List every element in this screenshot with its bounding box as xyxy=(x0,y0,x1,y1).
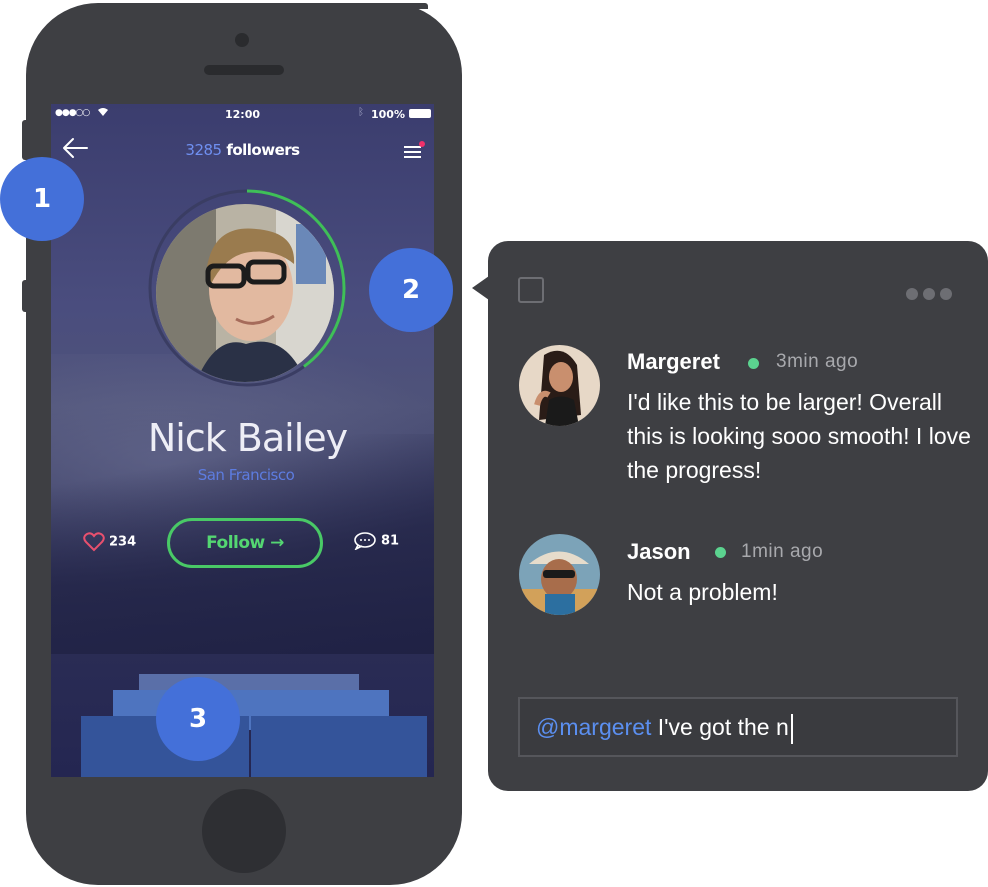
phone-frame: ●●●○○ 12:00 ᛒ 100% 3285 followers Nick B… xyxy=(26,3,462,885)
comments-count-value: 81 xyxy=(381,533,400,549)
heart-icon xyxy=(83,532,105,552)
profile-avatar[interactable] xyxy=(156,204,334,382)
follow-button[interactable]: Follow → xyxy=(167,518,323,568)
comment-author[interactable]: Jason xyxy=(627,539,691,565)
comment-text: I'd like this to be larger! Overall this… xyxy=(627,389,971,483)
comment-author[interactable]: Margeret xyxy=(627,349,720,375)
battery-percent: 100% xyxy=(371,108,405,121)
likes-count: 234 xyxy=(109,534,137,550)
photo-card-right[interactable] xyxy=(251,716,427,777)
more-options-icon[interactable] xyxy=(906,285,960,300)
resolve-checkbox[interactable] xyxy=(518,277,544,303)
volume-up-button xyxy=(22,120,28,160)
step-badge-1: 1 xyxy=(0,157,84,241)
avatar[interactable] xyxy=(519,345,600,426)
profile-name: Nick Bailey xyxy=(147,416,348,460)
bluetooth-icon: ᛒ xyxy=(358,107,364,118)
panel-pointer xyxy=(472,276,489,300)
text-caret xyxy=(790,713,793,744)
reply-input[interactable]: @margeret I've got the n xyxy=(518,697,958,757)
followers-title: 3285 followers xyxy=(51,141,434,159)
step-badge-3: 3 xyxy=(156,677,240,761)
comment-time: 3min ago xyxy=(776,351,859,372)
likes-stat[interactable]: 234 xyxy=(83,532,136,552)
comment-time: 1min ago xyxy=(741,541,824,562)
status-bar: ●●●○○ 12:00 ᛒ 100% xyxy=(51,104,434,124)
speaker xyxy=(204,65,284,75)
home-button[interactable] xyxy=(202,789,286,873)
avatar[interactable] xyxy=(519,534,600,615)
phone-screen: ●●●○○ 12:00 ᛒ 100% 3285 followers Nick B… xyxy=(51,104,434,777)
online-indicator xyxy=(748,358,759,369)
comment-panel: Margeret 3min ago I'd like this to be la… xyxy=(488,241,988,791)
followers-count: 3285 xyxy=(185,141,222,159)
chat-bubble-icon xyxy=(354,532,376,551)
profile-city: San Francisco xyxy=(197,466,295,484)
step-badge-2: 2 xyxy=(369,248,453,332)
online-indicator xyxy=(715,547,726,558)
camera xyxy=(235,33,249,47)
reply-mention: @margeret xyxy=(536,714,652,740)
volume-down-button xyxy=(22,280,28,312)
comment-text: Not a problem! xyxy=(627,579,778,605)
comments-stat[interactable]: 81 xyxy=(353,532,400,551)
power-button xyxy=(356,3,428,9)
menu-icon[interactable] xyxy=(404,141,426,161)
reply-text: I've got the n xyxy=(651,714,789,740)
battery-icon xyxy=(409,109,431,118)
followers-label: followers xyxy=(221,141,300,159)
